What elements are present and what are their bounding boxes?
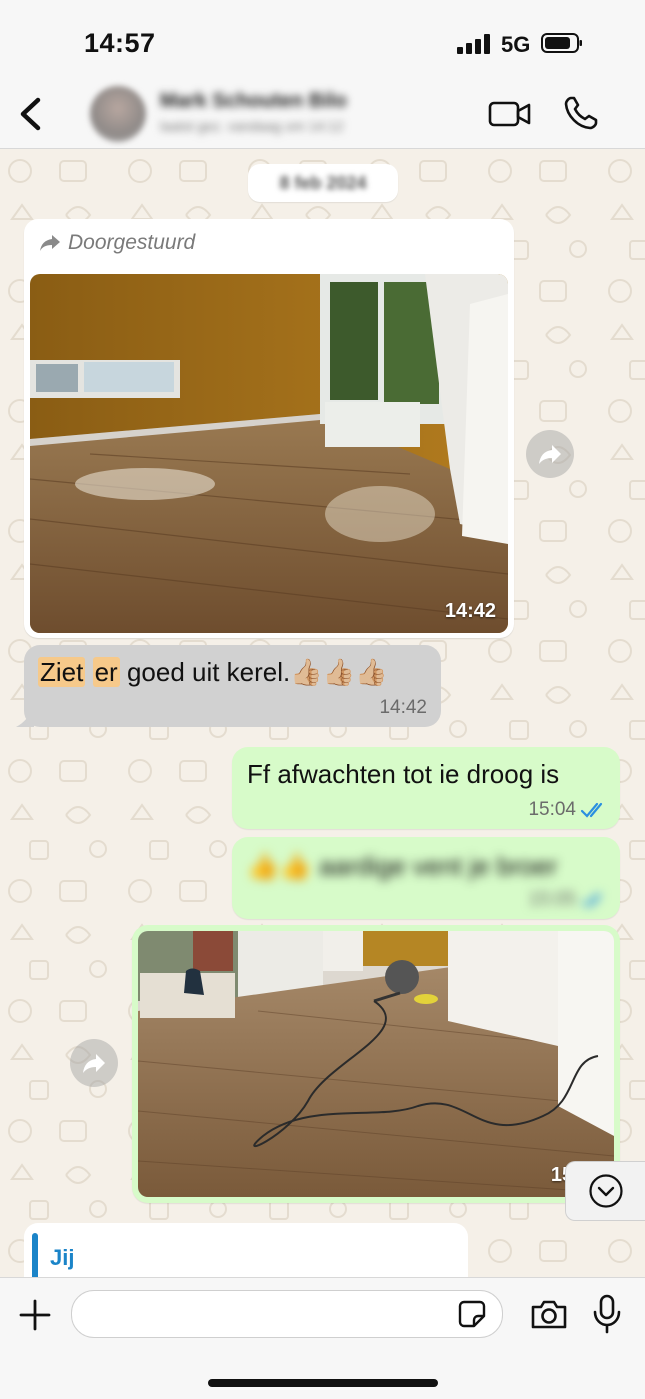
sticker-icon[interactable]: [457, 1299, 487, 1329]
outgoing-message-text: Ff afwachten tot ie droog is: [247, 759, 560, 789]
chat-area[interactable]: 8 feb 2024 Doorgestuurd 14:42 Ziet er go…: [0, 149, 645, 1277]
status-bar: 14:57 5G: [0, 0, 645, 80]
share-icon: [539, 445, 561, 464]
photo-timestamp: 14:42: [444, 600, 496, 622]
share-button[interactable]: [526, 430, 574, 478]
message-time: 15:04: [528, 799, 576, 820]
message-text-rest: goed uit kerel.: [126, 657, 291, 687]
battery-icon: [541, 33, 582, 53]
message-emoji: 👍🏼👍🏼👍🏼: [290, 657, 388, 687]
outgoing-message-text: 👍👍 aardige vent je broer: [247, 851, 558, 881]
reply-message-bubble[interactable]: Jij: [24, 1223, 468, 1277]
outgoing-message-bubble[interactable]: 👍👍 aardige vent je broer 15:05: [232, 837, 620, 919]
share-icon: [83, 1054, 105, 1073]
outgoing-message-bubble[interactable]: Ff afwachten tot ie droog is 15:04: [232, 747, 620, 829]
reply-accent-bar: [32, 1233, 38, 1277]
message-input[interactable]: [71, 1290, 503, 1338]
mic-icon[interactable]: [592, 1294, 622, 1334]
signal-icon: [457, 34, 493, 54]
forwarded-photo-bubble[interactable]: Doorgestuurd 14:42: [24, 219, 514, 638]
forward-arrow-icon: [40, 235, 60, 251]
date-chip: 8 feb 2024: [248, 164, 398, 202]
bubble-tail: [16, 709, 34, 727]
photo-room-cable-floor[interactable]: 15:05: [138, 931, 614, 1197]
message-time: 15:05: [528, 889, 576, 910]
reply-author: Jij: [50, 1245, 75, 1270]
outgoing-photo-bubble[interactable]: 15:05: [132, 925, 620, 1203]
contact-avatar[interactable]: [90, 86, 146, 142]
camera-icon[interactable]: [530, 1298, 568, 1330]
double-check-icon: [580, 802, 603, 818]
message-time: 14:42: [379, 697, 427, 718]
contact-status: laatst gez. vandaag om 14:12: [160, 118, 344, 134]
share-button[interactable]: [70, 1039, 118, 1087]
chat-header: Mark Schouten Bilo laatst gez. vandaag o…: [0, 80, 645, 149]
back-chevron-icon[interactable]: [14, 94, 50, 134]
phone-icon[interactable]: [562, 94, 600, 132]
forwarded-label-row: Doorgestuurd: [38, 231, 195, 255]
search-highlight: er: [92, 657, 120, 687]
incoming-message-text: Ziet er goed uit kerel.👍🏼👍🏼👍🏼: [38, 657, 387, 688]
status-time: 14:57: [84, 28, 156, 58]
double-check-icon: [581, 893, 602, 908]
network-label: 5G: [501, 32, 531, 57]
chevron-down-icon: [589, 1174, 623, 1208]
contact-name[interactable]: Mark Schouten Bilo: [160, 90, 347, 113]
photo-room-glossy-floor[interactable]: 14:42: [30, 274, 508, 633]
search-highlight: Ziet: [38, 657, 86, 687]
incoming-message-bubble[interactable]: Ziet er goed uit kerel.👍🏼👍🏼👍🏼 14:42: [16, 645, 441, 727]
home-indicator: [208, 1379, 438, 1387]
plus-icon[interactable]: [18, 1298, 52, 1332]
video-call-icon[interactable]: [488, 98, 532, 130]
scroll-to-bottom-button[interactable]: [565, 1161, 645, 1221]
forwarded-label: Doorgestuurd: [68, 231, 196, 254]
